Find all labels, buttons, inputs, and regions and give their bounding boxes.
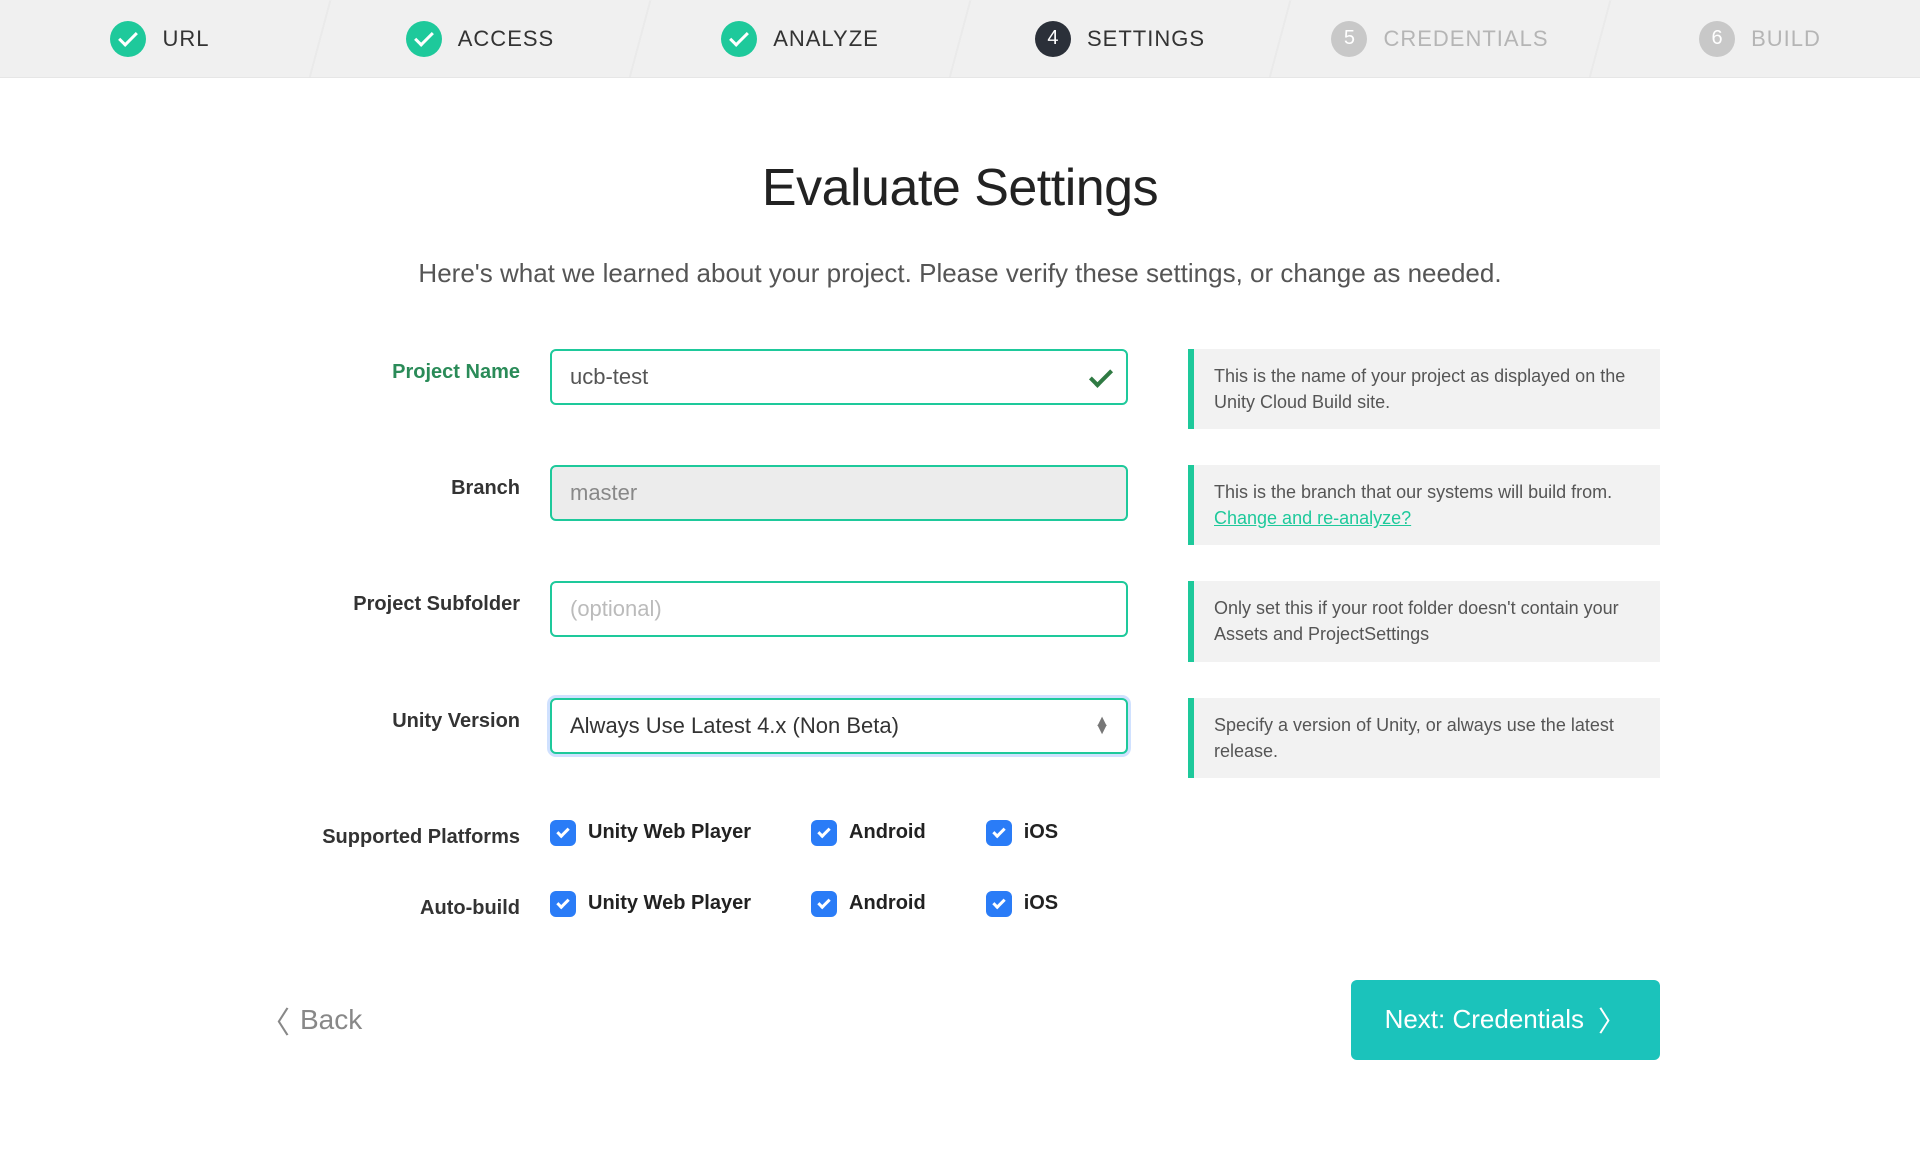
stepper: URL ACCESS ANALYZE 4 SETTINGS 5 CREDENTI… [0, 0, 1920, 78]
next-button[interactable]: Next: Credentials 〉 [1351, 980, 1660, 1060]
back-button[interactable]: 〈 Back [260, 998, 362, 1042]
step-label: ANALYZE [773, 26, 879, 52]
checkbox-icon[interactable] [811, 820, 837, 846]
cb-label: Unity Web Player [588, 821, 751, 844]
check-icon [110, 21, 146, 57]
label-branch: Branch [260, 465, 550, 500]
footer-nav: 〈 Back Next: Credentials 〉 [260, 980, 1660, 1060]
cb-label: iOS [1024, 821, 1058, 844]
check-icon [406, 21, 442, 57]
label-subfolder: Project Subfolder [260, 581, 550, 616]
step-analyze[interactable]: ANALYZE [640, 0, 960, 77]
cb-autobuild-android[interactable]: Android [811, 891, 926, 917]
checkbox-icon[interactable] [550, 891, 576, 917]
cb-supported-android[interactable]: Android [811, 820, 926, 846]
row-supported-platforms: Supported Platforms Unity Web Player And… [260, 814, 1660, 849]
check-icon [721, 21, 757, 57]
label-supported-platforms: Supported Platforms [260, 814, 550, 849]
row-project-name: Project Name This is the name of your pr… [260, 349, 1660, 429]
step-label: BUILD [1751, 26, 1821, 52]
step-access[interactable]: ACCESS [320, 0, 640, 77]
label-auto-build: Auto-build [260, 885, 550, 920]
page-title: Evaluate Settings [260, 158, 1660, 218]
checkbox-icon[interactable] [811, 891, 837, 917]
row-auto-build: Auto-build Unity Web Player Android iOS [260, 885, 1660, 920]
step-url[interactable]: URL [0, 0, 320, 77]
cb-label: iOS [1024, 892, 1058, 915]
main-content: Evaluate Settings Here's what we learned… [220, 78, 1700, 1100]
step-credentials[interactable]: 5 CREDENTIALS [1280, 0, 1600, 77]
help-unity-version: Specify a version of Unity, or always us… [1188, 698, 1660, 778]
cb-autobuild-webplayer[interactable]: Unity Web Player [550, 891, 751, 917]
step-label: ACCESS [458, 26, 554, 52]
checkbox-icon[interactable] [986, 820, 1012, 846]
select-unity-version[interactable]: Always Use Latest 4.x (Non Beta) [550, 698, 1128, 754]
input-subfolder[interactable] [550, 581, 1128, 637]
link-change-reanalyze[interactable]: Change and re-analyze? [1214, 508, 1411, 528]
row-subfolder: Project Subfolder Only set this if your … [260, 581, 1660, 661]
step-number-badge: 6 [1699, 21, 1735, 57]
step-build[interactable]: 6 BUILD [1600, 0, 1920, 77]
help-branch: This is the branch that our systems will… [1188, 465, 1660, 545]
page-subtitle: Here's what we learned about your projec… [260, 258, 1660, 289]
label-unity-version: Unity Version [260, 698, 550, 733]
cb-label: Android [849, 892, 926, 915]
chevron-left-icon: 〈 [260, 998, 290, 1042]
back-label: Back [300, 1004, 362, 1036]
row-branch: Branch This is the branch that our syste… [260, 465, 1660, 545]
next-label: Next: Credentials [1385, 1004, 1584, 1035]
step-label: SETTINGS [1087, 26, 1205, 52]
row-unity-version: Unity Version Always Use Latest 4.x (Non… [260, 698, 1660, 778]
cb-label: Unity Web Player [588, 892, 751, 915]
chevron-right-icon: 〉 [1598, 1000, 1626, 1040]
step-settings[interactable]: 4 SETTINGS [960, 0, 1280, 77]
cb-autobuild-ios[interactable]: iOS [986, 891, 1058, 917]
input-branch [550, 465, 1128, 521]
help-subfolder: Only set this if your root folder doesn'… [1188, 581, 1660, 661]
help-project-name: This is the name of your project as disp… [1188, 349, 1660, 429]
step-label: CREDENTIALS [1383, 26, 1548, 52]
cb-supported-webplayer[interactable]: Unity Web Player [550, 820, 751, 846]
checkbox-icon[interactable] [550, 820, 576, 846]
input-project-name[interactable] [550, 349, 1128, 405]
step-number-badge: 4 [1035, 21, 1071, 57]
cb-supported-ios[interactable]: iOS [986, 820, 1058, 846]
step-label: URL [162, 26, 209, 52]
label-project-name: Project Name [260, 349, 550, 384]
checkbox-icon[interactable] [986, 891, 1012, 917]
step-number-badge: 5 [1331, 21, 1367, 57]
cb-label: Android [849, 821, 926, 844]
help-branch-text: This is the branch that our systems will… [1214, 482, 1612, 502]
